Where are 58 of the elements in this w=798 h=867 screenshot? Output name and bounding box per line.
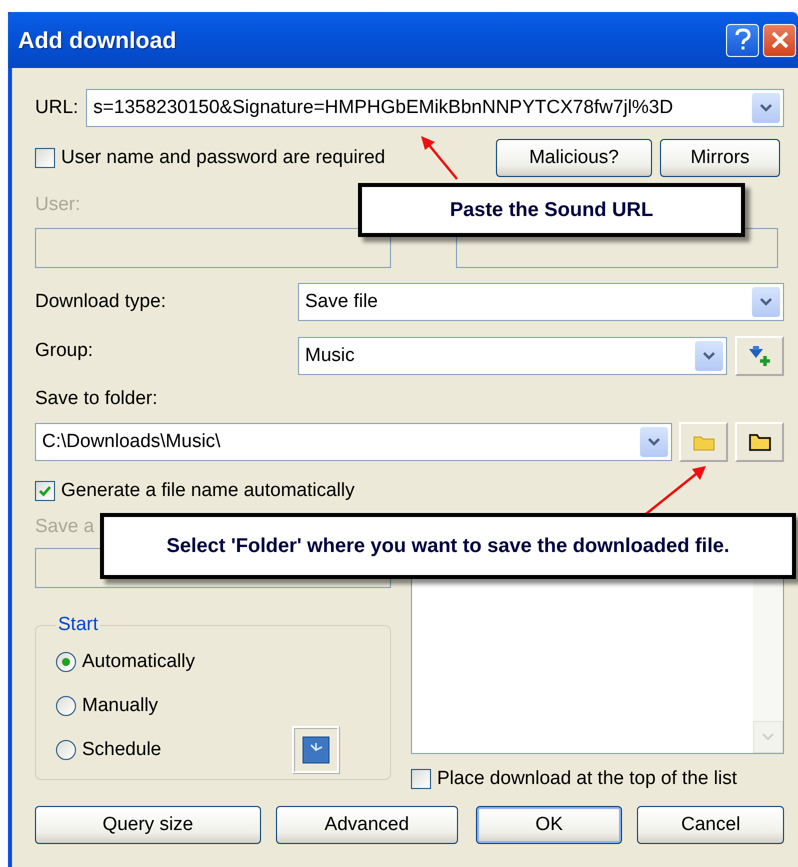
checkbox[interactable] <box>35 148 55 168</box>
browse-folder-button[interactable] <box>735 422 784 462</box>
arrow-plus-icon <box>746 345 772 367</box>
chevron-down-icon <box>759 103 773 113</box>
dropdown-button[interactable] <box>640 427 668 457</box>
radio-button[interactable] <box>56 652 76 672</box>
clock-icon <box>302 736 330 764</box>
help-button[interactable] <box>726 24 759 56</box>
folder-value: C:\Downloads\Music\ <box>42 431 222 453</box>
dialog-button[interactable]: Cancel <box>637 806 784 844</box>
save-to-folder-label: Save to folder: <box>35 388 158 410</box>
dialog-button[interactable]: OK <box>476 806 622 844</box>
close-icon <box>770 30 790 50</box>
action-button[interactable]: Malicious? <box>496 139 652 177</box>
chevron-down-icon <box>759 297 773 307</box>
start-group-title: Start <box>57 614 100 636</box>
folder-icon <box>748 432 772 452</box>
radio-button[interactable] <box>56 740 76 760</box>
radio-label: Automatically <box>82 651 195 673</box>
dropdown-button[interactable] <box>695 341 723 371</box>
user-label: User: <box>35 194 80 216</box>
url-label: URL: <box>35 97 78 119</box>
close-button[interactable] <box>763 24 796 56</box>
group-combo[interactable]: Music <box>298 337 727 375</box>
arrow <box>421 136 458 180</box>
dialog-button[interactable]: Advanced <box>276 806 458 844</box>
url-combo[interactable]: s=1358230150&Signature=HMPHGbEMikBbnNNPYTCX78fw7jl%3D <box>86 89 784 127</box>
arrow <box>645 466 706 515</box>
group-label: Group: <box>35 339 94 362</box>
checkbox[interactable] <box>411 769 431 789</box>
schedule-button[interactable] <box>292 726 340 774</box>
user-field[interactable] <box>35 228 391 268</box>
dialog-button[interactable]: Query size <box>35 806 261 844</box>
radio-label: Schedule <box>82 739 162 761</box>
radio-label: Manually <box>82 695 158 717</box>
window-title: Add download <box>18 26 178 54</box>
callout-tooltip: Paste the Sound URL <box>358 183 745 237</box>
chevron-down-icon <box>702 351 716 361</box>
action-button[interactable]: Mirrors <box>660 139 780 177</box>
checkbox[interactable] <box>35 481 55 501</box>
chevron-down-icon <box>762 733 774 741</box>
download-type-value: Save file <box>305 291 379 313</box>
url-value: s=1358230150&Signature=HMPHGbEMikBbnNNPYTCX78fw7jl%3D <box>93 97 674 119</box>
add-group-button[interactable] <box>735 336 784 376</box>
help-icon <box>734 28 752 52</box>
group-value: Music <box>305 345 356 367</box>
checkbox-label: User name and password are required <box>61 147 386 169</box>
radio-button[interactable] <box>56 696 76 716</box>
download-type-combo[interactable]: Save file <box>298 283 784 321</box>
dropdown-button[interactable] <box>752 93 780 123</box>
chevron-down-icon <box>647 437 661 447</box>
download-type-label: Download type: <box>35 291 167 313</box>
dropdown-button[interactable] <box>752 287 780 317</box>
save-as-label: Save a <box>35 516 96 539</box>
checkbox-label: Generate a file name automatically <box>61 480 355 502</box>
folder-combo[interactable]: C:\Downloads\Music\ <box>35 423 672 461</box>
checkbox-label: Place download at the top of the list <box>437 768 737 790</box>
callout-tooltip: Select 'Folder' where you want to save the downloaded file. <box>100 513 796 579</box>
